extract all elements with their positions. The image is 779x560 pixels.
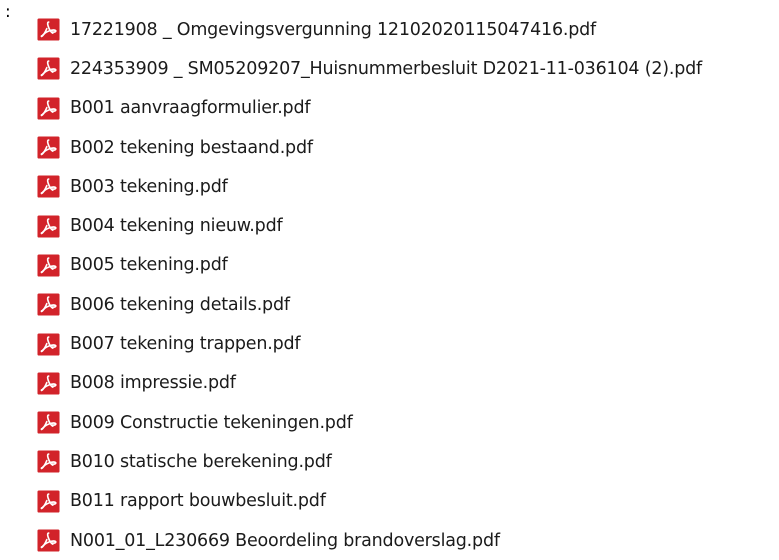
file-name: B005 tekening.pdf <box>70 255 228 276</box>
pdf-file-icon <box>37 332 60 356</box>
file-item[interactable]: 17221908 _ Omgevingsvergunning 121020201… <box>37 10 702 49</box>
file-item[interactable]: B007 tekening trappen.pdf <box>37 324 702 363</box>
pdf-file-icon <box>37 97 60 120</box>
file-item[interactable]: B011 rapport bouwbesluit.pdf <box>37 482 702 521</box>
file-name: 17221908 _ Omgevingsvergunning 121020201… <box>70 19 597 40</box>
file-item[interactable]: B010 statische berekening.pdf <box>37 442 702 481</box>
pdf-file-icon <box>37 136 60 159</box>
file-name: B008 impressie.pdf <box>70 373 236 394</box>
file-item[interactable]: B008 impressie.pdf <box>37 364 702 403</box>
file-name: B003 tekening.pdf <box>70 176 228 197</box>
pdf-file-icon <box>37 411 60 434</box>
file-item[interactable]: B004 tekening nieuw.pdf <box>37 206 702 245</box>
file-item[interactable]: B006 tekening details.pdf <box>37 285 702 324</box>
file-name: B001 aanvraagformulier.pdf <box>70 98 311 119</box>
pdf-file-icon <box>37 293 60 316</box>
pdf-file-icon <box>37 372 60 395</box>
file-name: N001_01_L230669 Beoordeling brandoversla… <box>70 530 500 551</box>
file-item[interactable]: B005 tekening.pdf <box>37 246 702 285</box>
pdf-file-icon <box>37 490 60 513</box>
file-name: 224353909 _ SM05209207_Huisnummerbesluit… <box>70 58 703 79</box>
pdf-file-icon <box>37 529 60 552</box>
list-marker: : <box>5 2 11 22</box>
file-item[interactable]: B009 Constructie tekeningen.pdf <box>37 403 702 442</box>
file-item[interactable]: B001 aanvraagformulier.pdf <box>37 89 702 128</box>
file-name: B002 tekening bestaand.pdf <box>70 137 313 158</box>
file-list: 17221908 _ Omgevingsvergunning 121020201… <box>37 10 702 560</box>
pdf-file-icon <box>37 175 60 198</box>
file-name: B011 rapport bouwbesluit.pdf <box>70 491 326 512</box>
file-item[interactable]: 224353909 _ SM05209207_Huisnummerbesluit… <box>37 49 702 88</box>
pdf-file-icon <box>37 18 60 41</box>
file-name: B010 statische berekening.pdf <box>70 451 332 472</box>
file-name: B009 Constructie tekeningen.pdf <box>70 412 353 433</box>
file-name: B006 tekening details.pdf <box>70 294 290 315</box>
pdf-file-icon <box>37 450 60 473</box>
file-item[interactable]: N001_01_L230669 Beoordeling brandoversla… <box>37 521 702 560</box>
file-item[interactable]: B003 tekening.pdf <box>37 167 702 206</box>
file-name: B004 tekening nieuw.pdf <box>70 216 283 237</box>
pdf-file-icon <box>37 215 60 238</box>
file-item[interactable]: B002 tekening bestaand.pdf <box>37 128 702 167</box>
pdf-file-icon <box>37 57 60 80</box>
pdf-file-icon <box>37 254 60 277</box>
file-name: B007 tekening trappen.pdf <box>70 334 301 355</box>
